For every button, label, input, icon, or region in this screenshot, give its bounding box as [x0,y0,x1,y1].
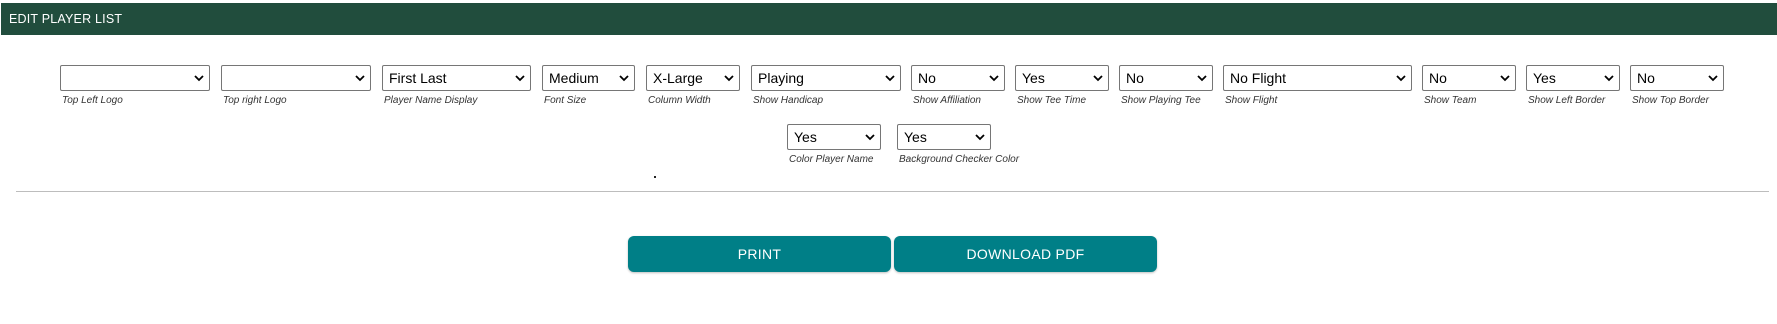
show-flight-label: Show Flight [1225,95,1278,106]
download-pdf-button[interactable]: DOWNLOAD PDF [894,236,1157,272]
chevron-down-icon [619,75,629,82]
show-team-select[interactable]: No [1422,65,1516,91]
print-button[interactable]: PRINT [628,236,891,272]
top-left-logo-field: Top Left Logo [60,65,210,109]
show-playing-tee-select[interactable]: No [1119,65,1213,91]
show-handicap-select[interactable]: Playing [751,65,901,91]
show-left-border-select[interactable]: Yes [1526,65,1620,91]
select-value: No [1126,70,1144,86]
page-title: EDIT PLAYER LIST [9,12,123,26]
select-value: No Flight [1230,70,1287,86]
show-flight-field: No Flight Show Flight [1223,65,1412,109]
show-tee-time-select[interactable]: Yes [1015,65,1109,91]
top-right-logo-label: Top right Logo [223,95,287,106]
show-flight-select[interactable]: No Flight [1223,65,1412,91]
top-right-logo-select[interactable] [221,65,371,91]
divider [16,191,1769,192]
column-width-label: Column Width [648,95,711,106]
show-top-border-field: No Show Top Border [1630,65,1724,109]
chevron-down-icon [989,75,999,82]
edit-player-list-page: EDIT PLAYER LIST Top Left Logo Top right… [0,0,1777,324]
chevron-down-icon [1093,75,1103,82]
player-name-display-label: Player Name Display [384,95,478,106]
show-top-border-select[interactable]: No [1630,65,1724,91]
select-value: Yes [1533,70,1556,86]
player-name-display-field: First Last Player Name Display [382,65,531,109]
select-value: Yes [904,129,927,145]
show-affiliation-label: Show Affiliation [913,95,981,106]
chevron-down-icon [1708,75,1718,82]
select-value: No [918,70,936,86]
background-checker-color-field: Yes Background Checker Color [897,124,1020,168]
chevron-down-icon [865,134,875,141]
top-left-logo-select[interactable] [60,65,210,91]
chevron-down-icon [975,134,985,141]
color-player-name-label: Color Player Name [789,154,874,165]
select-value: No [1429,70,1447,86]
chevron-down-icon [885,75,895,82]
player-name-display-select[interactable]: First Last [382,65,531,91]
select-value: Yes [794,129,817,145]
chevron-down-icon [1197,75,1207,82]
select-value: First Last [389,70,447,86]
show-playing-tee-field: No Show Playing Tee [1119,65,1213,109]
show-left-border-field: Yes Show Left Border [1526,65,1620,109]
color-player-name-select[interactable]: Yes [787,124,881,150]
header-bar: EDIT PLAYER LIST [1,3,1777,35]
chevron-down-icon [1604,75,1614,82]
background-checker-color-select[interactable]: Yes [897,124,991,150]
font-size-field: Medium Font Size [542,65,635,109]
chevron-down-icon [1500,75,1510,82]
chevron-down-icon [724,75,734,82]
show-left-border-label: Show Left Border [1528,95,1606,106]
color-player-name-field: Yes Color Player Name [787,124,881,168]
show-top-border-label: Show Top Border [1632,95,1709,106]
show-affiliation-select[interactable]: No [911,65,1005,91]
show-tee-time-field: Yes Show Tee Time [1015,65,1109,109]
background-checker-color-label: Background Checker Color [899,154,1020,165]
show-team-field: No Show Team [1422,65,1516,109]
font-size-select[interactable]: Medium [542,65,635,91]
top-left-logo-label: Top Left Logo [62,95,123,106]
column-width-field: X-Large Column Width [646,65,740,109]
chevron-down-icon [194,75,204,82]
chevron-down-icon [515,75,525,82]
show-team-label: Show Team [1424,95,1477,106]
top-right-logo-field: Top right Logo [221,65,371,109]
stray-dot [654,176,656,178]
select-value: Yes [1022,70,1045,86]
select-value: No [1637,70,1655,86]
column-width-select[interactable]: X-Large [646,65,740,91]
select-value: Playing [758,70,804,86]
show-playing-tee-label: Show Playing Tee [1121,95,1201,106]
show-tee-time-label: Show Tee Time [1017,95,1087,106]
font-size-label: Font Size [544,95,587,106]
show-handicap-field: Playing Show Handicap [751,65,901,109]
select-value: Medium [549,70,599,86]
show-affiliation-field: No Show Affiliation [911,65,1005,109]
select-value: X-Large [653,70,703,86]
chevron-down-icon [1396,75,1406,82]
show-handicap-label: Show Handicap [753,95,824,106]
chevron-down-icon [355,75,365,82]
